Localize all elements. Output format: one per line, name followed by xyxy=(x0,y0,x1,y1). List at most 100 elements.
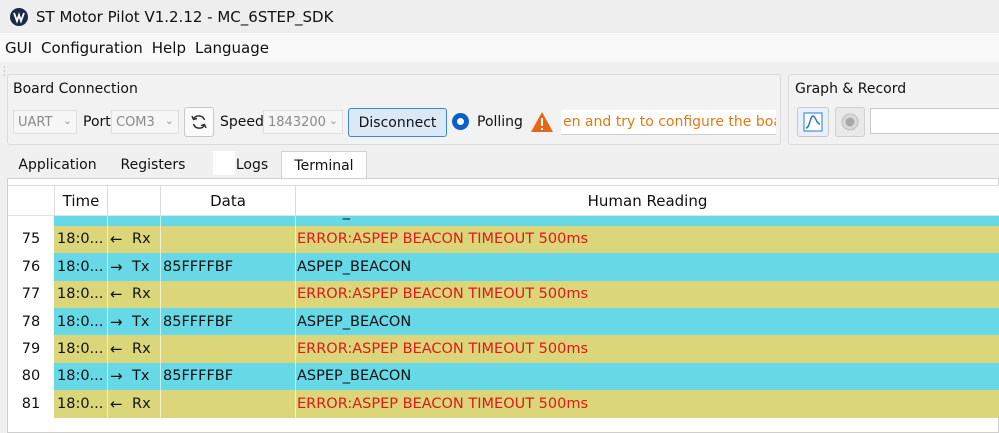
interface-select[interactable]: UART ⌄ xyxy=(13,110,77,134)
graph-icon xyxy=(803,112,823,132)
port-label: Port xyxy=(83,114,111,130)
row-direction: ← Rx xyxy=(107,225,160,254)
column-separator xyxy=(107,225,108,254)
row-data xyxy=(160,225,295,254)
row-index: 80 xyxy=(8,362,54,391)
window-title: ST Motor Pilot V1.2.12 - MC_6STEP_SDK xyxy=(36,7,334,26)
tab-terminal[interactable]: Terminal xyxy=(281,151,367,179)
row-direction-label: Tx xyxy=(132,368,150,385)
direction-arrow-icon: → xyxy=(110,312,123,331)
disconnect-button[interactable]: Disconnect xyxy=(348,108,447,137)
row-direction-label: Tx xyxy=(132,313,150,330)
row-direction-label: Rx xyxy=(132,395,151,412)
column-header-time[interactable]: Time xyxy=(54,186,107,216)
table-row[interactable]: 76 18:0... → Tx 85FFFFBF ASPEP_BEACON xyxy=(8,253,999,281)
row-time: 18:0... xyxy=(54,308,107,336)
column-separator xyxy=(295,335,296,363)
menu-configuration[interactable]: Configuration xyxy=(37,39,147,57)
column-separator xyxy=(160,253,161,281)
column-separator xyxy=(295,253,296,281)
row-direction-label: Rx xyxy=(132,341,151,358)
row-data xyxy=(160,280,295,308)
record-file-field[interactable] xyxy=(870,108,999,134)
table-row[interactable]: 75 18:0... ← Rx ERROR:ASPEP BEACON TIMEOUT 5… xyxy=(8,225,999,254)
interface-select-value: UART xyxy=(18,114,53,130)
row-human-reading: ERROR:ASPEP BEACON TIMEOUT 500ms xyxy=(295,335,999,363)
row-data: 85FFFFBF xyxy=(160,362,295,391)
column-separator xyxy=(160,390,161,418)
chevron-down-icon: ⌄ xyxy=(164,114,174,127)
row-index: 77 xyxy=(8,280,54,308)
column-separator xyxy=(107,253,108,281)
terminal-rows[interactable]: 7318:0...←RxERROR:ASPEP BEACON TIMEOUT 5… xyxy=(8,187,999,433)
row-direction: → Tx xyxy=(107,253,160,281)
row-time: 18:0... xyxy=(54,253,107,281)
column-separator xyxy=(295,225,296,254)
refresh-icon xyxy=(191,115,207,129)
row-human-reading: ERROR:ASPEP BEACON TIMEOUT 500ms xyxy=(295,390,999,418)
table-row[interactable]: 77 18:0... ← Rx ERROR:ASPEP BEACON TIMEOUT 5… xyxy=(8,280,999,308)
port-select[interactable]: COM3 ⌄ xyxy=(111,110,179,134)
menu-help[interactable]: Help xyxy=(148,39,190,57)
column-header-data[interactable]: Data xyxy=(160,186,295,216)
row-index: 81 xyxy=(8,390,54,418)
direction-arrow-icon: ← xyxy=(110,394,123,413)
column-separator xyxy=(107,335,108,363)
chevron-down-icon: ⌄ xyxy=(62,114,72,127)
row-human-reading: ERROR:ASPEP BEACON TIMEOUT 500ms xyxy=(295,225,999,254)
row-direction-label: Tx xyxy=(132,258,150,275)
column-header-human-reading[interactable]: Human Reading xyxy=(295,186,999,216)
speed-label: Speed xyxy=(220,114,264,130)
tab-logs[interactable]: Logs xyxy=(232,151,272,179)
row-direction: ← Rx xyxy=(107,335,160,363)
column-separator xyxy=(160,225,161,254)
refresh-ports-button[interactable] xyxy=(184,107,214,137)
direction-arrow-icon: ← xyxy=(110,340,123,359)
toolbar-grip[interactable]: · · · xyxy=(3,64,6,80)
direction-arrow-icon: → xyxy=(110,257,123,276)
column-separator xyxy=(160,335,161,363)
column-header-index[interactable] xyxy=(8,186,54,216)
speed-select[interactable]: 1843200 ⌄ xyxy=(263,110,343,134)
table-row[interactable]: 81 18:0... ← Rx ERROR:ASPEP BEACON TIMEOUT 5… xyxy=(8,390,999,418)
port-select-value: COM3 xyxy=(116,114,155,130)
row-data xyxy=(160,390,295,418)
tab-application[interactable]: Application xyxy=(12,151,103,179)
column-separator xyxy=(107,280,108,308)
row-index: 75 xyxy=(8,225,54,254)
row-human-reading: ASPEP_BEACON xyxy=(295,308,999,336)
column-separator xyxy=(107,390,108,418)
polling-label: Polling xyxy=(477,114,523,130)
board-connection-title: Board Connection xyxy=(13,81,138,97)
app-logo-icon xyxy=(10,7,28,26)
graph-record-title: Graph & Record xyxy=(795,81,907,97)
direction-arrow-icon: ← xyxy=(110,285,123,304)
column-separator xyxy=(160,362,161,391)
row-direction: ← Rx xyxy=(107,390,160,418)
column-separator xyxy=(107,308,108,336)
graph-button[interactable] xyxy=(797,107,829,137)
row-time: 18:0... xyxy=(54,225,107,254)
warning-icon xyxy=(531,112,553,132)
direction-arrow-icon: ← xyxy=(110,230,123,249)
speed-select-value: 1843200 xyxy=(268,114,326,130)
table-row[interactable]: 78 18:0... → Tx 85FFFFBF ASPEP_BEACON xyxy=(8,308,999,336)
table-row[interactable]: 80 18:0... → Tx 85FFFFBF ASPEP_BEACON xyxy=(8,362,999,391)
table-row[interactable]: 79 18:0... ← Rx ERROR:ASPEP BEACON TIMEOUT 5… xyxy=(8,335,999,363)
column-separator xyxy=(295,362,296,391)
menu-bar: GUI Configuration Help Language xyxy=(0,33,999,62)
menu-gui[interactable]: GUI xyxy=(1,39,36,57)
row-time: 18:0... xyxy=(54,390,107,418)
row-data: 85FFFFBF xyxy=(160,308,295,336)
tab-registers[interactable]: Registers xyxy=(110,151,196,179)
record-button[interactable] xyxy=(835,107,865,137)
polling-radio[interactable] xyxy=(452,113,469,130)
row-time: 18:0... xyxy=(54,280,107,308)
column-header-direction[interactable] xyxy=(107,186,160,216)
column-separator xyxy=(160,280,161,308)
row-human-reading: ERROR:ASPEP BEACON TIMEOUT 500ms xyxy=(295,280,999,308)
title-bar: ST Motor Pilot V1.2.12 - MC_6STEP_SDK xyxy=(0,0,999,33)
row-time: 18:0... xyxy=(54,362,107,391)
row-direction-label: Rx xyxy=(132,231,151,248)
menu-language[interactable]: Language xyxy=(191,39,273,57)
